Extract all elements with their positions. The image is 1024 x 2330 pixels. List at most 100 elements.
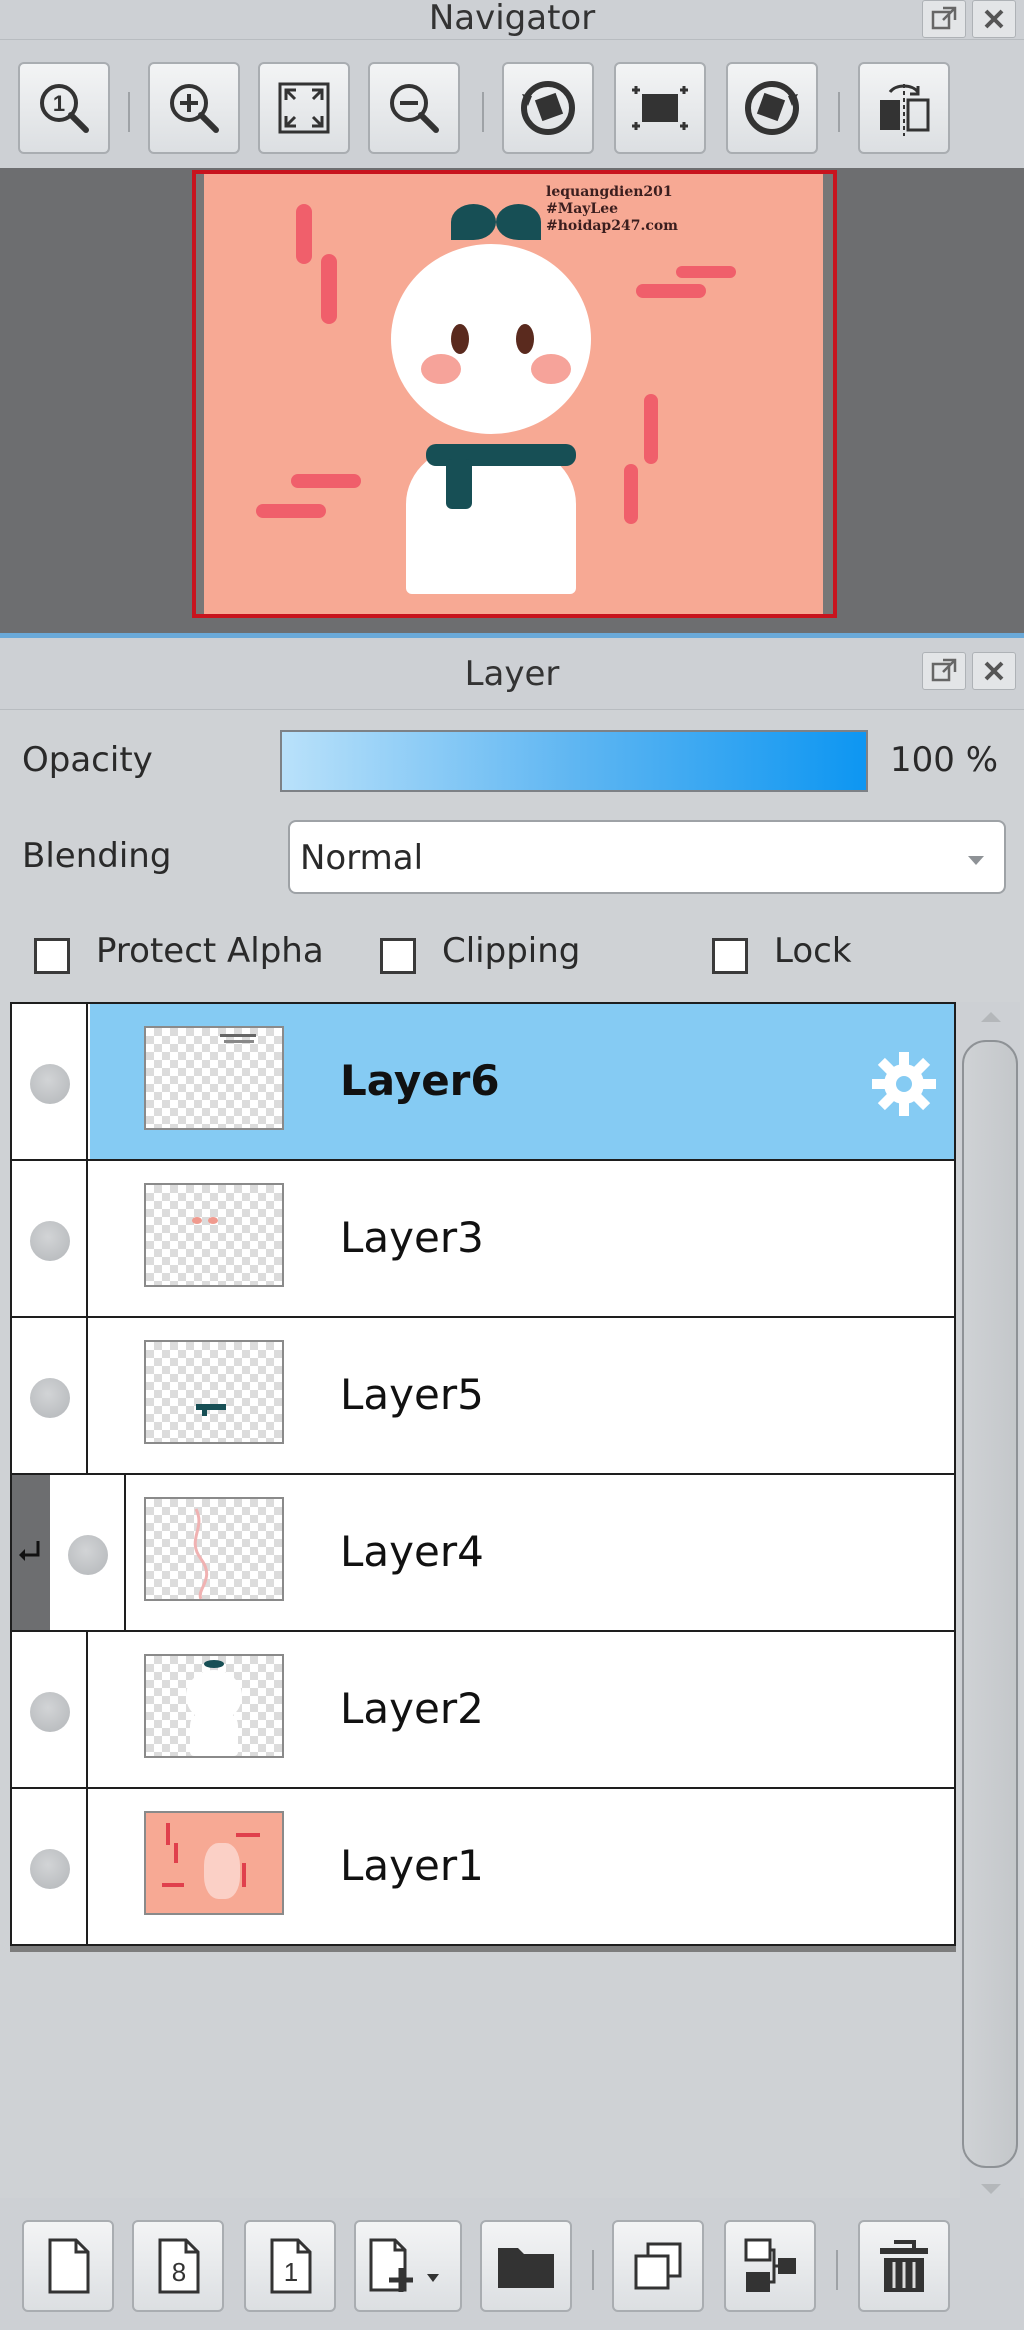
toolbar-separator — [592, 2250, 594, 2290]
svg-text:1: 1 — [284, 2257, 298, 2287]
clipping-checkbox[interactable] — [380, 938, 416, 974]
layer-thumbnail — [144, 1811, 284, 1915]
layer-thumbnail — [144, 1026, 284, 1130]
actual-size-icon: 1 — [40, 84, 89, 133]
opacity-label: Opacity — [22, 740, 153, 780]
opacity-slider[interactable] — [280, 730, 868, 792]
layer-name: Layer2 — [340, 1684, 484, 1733]
flip-horizontal-button[interactable] — [858, 62, 950, 154]
gear-icon[interactable] — [868, 1048, 940, 1120]
layer-row-layer6[interactable]: Layer6 — [10, 1002, 956, 1161]
actual-size-button[interactable]: 1 — [18, 62, 110, 154]
clip-arrow-icon — [19, 1541, 40, 1561]
reset-rotation-button[interactable] — [614, 62, 706, 154]
new-folder-button[interactable] — [480, 2220, 572, 2312]
layer-name: Layer4 — [340, 1527, 484, 1576]
layer-row-layer1[interactable]: Layer1 — [10, 1787, 956, 1946]
svg-text:8: 8 — [172, 2257, 186, 2287]
layer-row-layer5[interactable]: Layer5 — [10, 1316, 956, 1475]
visibility-toggle[interactable] — [12, 1789, 88, 1944]
delete-layer-icon — [880, 2240, 928, 2292]
fit-window-icon — [278, 82, 330, 134]
fit-window-button[interactable] — [258, 62, 350, 154]
canvas-watermark: lequangdien201 #MayLee #hoidap247.com — [546, 184, 678, 235]
visibility-icon — [30, 1064, 70, 1104]
layer-close-button[interactable] — [972, 652, 1016, 690]
navigator-canvas-preview[interactable]: lequangdien201 #MayLee #hoidap247.com — [192, 170, 837, 618]
layer-thumbnail — [144, 1497, 284, 1601]
rotate-right-button[interactable] — [726, 62, 818, 154]
protect-alpha-label: Protect Alpha — [96, 931, 324, 971]
layer-thumbnail — [144, 1183, 284, 1287]
duplicate-layer-icon — [634, 2242, 682, 2290]
add-layer-dropdown-button[interactable] — [354, 2220, 462, 2312]
toolbar-separator — [838, 92, 840, 132]
visibility-icon — [30, 1378, 70, 1418]
protect-alpha-checkbox[interactable] — [34, 938, 70, 974]
layer-float-button[interactable] — [922, 652, 966, 690]
blending-value: Normal — [300, 838, 424, 878]
visibility-icon — [30, 1692, 70, 1732]
layer-row-layer3[interactable]: Layer3 — [10, 1159, 956, 1318]
new-8bit-layer-button[interactable]: 8 — [132, 2220, 224, 2312]
layer-list: Layer6 Layer3 Layer5 Layer4 Layer2 Layer… — [10, 1002, 956, 1952]
svg-text:1: 1 — [53, 91, 65, 116]
layer-row-body[interactable]: Layer2 — [90, 1632, 954, 1787]
toolbar-separator — [836, 2250, 838, 2290]
scroll-down-icon[interactable] — [981, 2184, 1001, 2194]
rotate-right-icon — [745, 81, 799, 135]
zoom-out-button[interactable] — [368, 62, 460, 154]
visibility-toggle[interactable] — [50, 1475, 126, 1630]
navigator-title: Navigator — [428, 0, 596, 38]
new-1bit-layer-icon: 1 — [270, 2238, 312, 2294]
rotate-left-button[interactable] — [502, 62, 594, 154]
reset-rotation-icon — [632, 86, 688, 130]
visibility-toggle[interactable] — [12, 1004, 88, 1159]
watermark-line: #hoidap247.com — [546, 218, 678, 234]
visibility-icon — [30, 1849, 70, 1889]
layer-name: Layer5 — [340, 1370, 484, 1419]
scrollbar-thumb[interactable] — [962, 1040, 1018, 2168]
opacity-value: 100 % — [890, 740, 999, 780]
lock-label: Lock — [774, 931, 852, 971]
navigator-toolbar: 1 — [0, 40, 1024, 168]
merge-down-icon — [744, 2238, 796, 2292]
layer-row-body[interactable]: Layer4 — [128, 1475, 954, 1630]
visibility-toggle[interactable] — [12, 1632, 88, 1787]
new-8bit-layer-icon: 8 — [158, 2238, 200, 2294]
visibility-toggle[interactable] — [12, 1161, 88, 1316]
chevron-down-icon — [968, 856, 984, 865]
layer-row-body[interactable]: Layer3 — [90, 1161, 954, 1316]
lock-checkbox[interactable] — [712, 938, 748, 974]
navigator-close-button[interactable] — [972, 0, 1016, 38]
toolbar-separator — [482, 92, 484, 132]
blending-select[interactable]: Normal — [288, 820, 1006, 894]
new-1bit-layer-button[interactable]: 1 — [244, 2220, 336, 2312]
float-window-icon — [931, 658, 957, 682]
layer-name: Layer3 — [340, 1213, 484, 1262]
layer-row-layer2[interactable]: Layer2 — [10, 1630, 956, 1789]
new-layer-button[interactable] — [22, 2220, 114, 2312]
layer-row-body[interactable]: Layer5 — [90, 1318, 954, 1473]
layer-name: Layer1 — [340, 1841, 484, 1890]
watermark-line: lequangdien201 — [546, 184, 673, 200]
layer-panel-header: Layer — [0, 638, 1024, 710]
visibility-icon — [30, 1221, 70, 1261]
add-layer-dropdown-icon — [369, 2238, 439, 2292]
paint-app-panels: Navigator 1 lequangdien201 #MayLee #hoid… — [0, 0, 1024, 2330]
layer-row-layer4[interactable]: Layer4 — [10, 1473, 956, 1632]
flip-horizontal-icon — [880, 84, 930, 136]
navigator-header: Navigator — [0, 0, 1024, 40]
visibility-toggle[interactable] — [12, 1318, 88, 1473]
delete-layer-button[interactable] — [858, 2220, 950, 2312]
scroll-up-icon[interactable] — [981, 1012, 1001, 1022]
layer-row-body[interactable]: Layer6 — [90, 1004, 954, 1159]
layer-bottom-toolbar: 8 1 — [0, 2198, 1024, 2330]
zoom-in-button[interactable] — [148, 62, 240, 154]
duplicate-layer-button[interactable] — [612, 2220, 704, 2312]
close-icon — [984, 9, 1004, 29]
rotate-left-icon — [521, 81, 575, 135]
layer-row-body[interactable]: Layer1 — [90, 1789, 954, 1944]
navigator-float-button[interactable] — [922, 0, 966, 38]
merge-down-button[interactable] — [724, 2220, 816, 2312]
